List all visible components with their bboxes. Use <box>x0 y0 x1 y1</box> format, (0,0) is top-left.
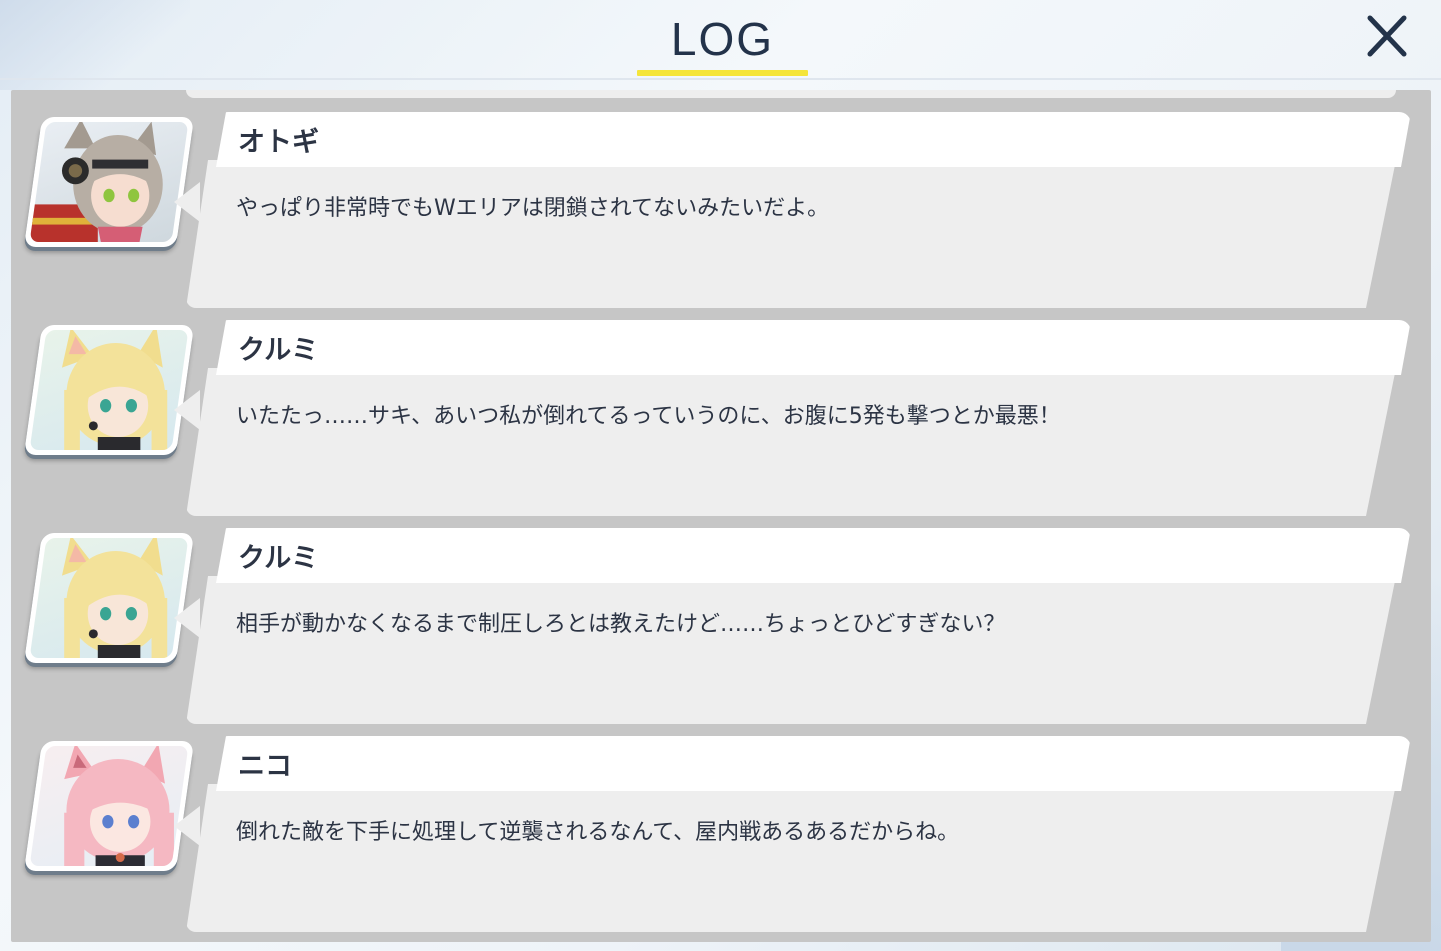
speaker-name-bar <box>216 736 1411 791</box>
log-entry: クルミ いたたっ……サキ、あいつ私が倒れてるっていうのに、お腹に5発も撃つとか最… <box>11 300 1431 516</box>
speaker-name: オトギ <box>238 127 319 158</box>
kurumi-avatar <box>23 325 195 455</box>
message-bubble: クルミ いたたっ……サキ、あいつ私が倒れてるっていうのに、お腹に5発も撃つとか最… <box>174 320 1411 516</box>
speaker-name: ニコ <box>238 751 292 782</box>
log-entry: オトギ やっぱり非常時でもWエリアは閉鎖されてないみたいだよ。 <box>11 92 1431 308</box>
speaker-name: クルミ <box>238 543 319 574</box>
otogi-avatar <box>23 117 195 247</box>
message-bubble: ニコ 倒れた敵を下手に処理して逆襲されるなんて、屋内戦あるあるだからね。 <box>174 736 1411 932</box>
log-panel[interactable]: オトギ やっぱり非常時でもWエリアは閉鎖されてないみたいだよ。 クルミ いたたっ… <box>11 90 1431 942</box>
niko-avatar <box>23 741 195 871</box>
speaker-name-bar <box>216 320 1411 375</box>
message-box <box>186 576 1396 724</box>
page-title: LOG <box>670 13 775 65</box>
title-underline <box>637 70 808 76</box>
kurumi-avatar <box>23 533 195 663</box>
log-entry: クルミ 相手が動かなくなるまで制圧しろとは教えたけど……ちょっとひどすぎない？ <box>11 508 1431 724</box>
message-box <box>186 160 1396 308</box>
log-entry: ニコ 倒れた敵を下手に処理して逆襲されるなんて、屋内戦あるあるだからね。 <box>11 716 1431 932</box>
close-button[interactable] <box>1360 10 1414 64</box>
message-bubble: クルミ 相手が動かなくなるまで制圧しろとは教えたけど……ちょっとひどすぎない？ <box>174 528 1411 724</box>
speaker-name-bar <box>216 112 1411 167</box>
speaker-name: クルミ <box>238 335 319 366</box>
message-text: 相手が動かなくなるまで制圧しろとは教えたけど……ちょっとひどすぎない？ <box>236 612 1006 637</box>
message-box <box>186 368 1396 516</box>
message-text: いたたっ……サキ、あいつ私が倒れてるっていうのに、お腹に5発も撃つとか最悪！ <box>236 404 1061 429</box>
message-bubble: オトギ やっぱり非常時でもWエリアは閉鎖されてないみたいだよ。 <box>174 112 1411 308</box>
speaker-name-bar <box>216 528 1411 583</box>
message-box <box>186 784 1396 932</box>
message-text: 倒れた敵を下手に処理して逆襲されるなんて、屋内戦あるあるだからね。 <box>236 820 960 845</box>
message-text: やっぱり非常時でもWエリアは閉鎖されてないみたいだよ。 <box>236 196 830 221</box>
log-header: LOG <box>0 0 1441 80</box>
close-icon <box>1367 15 1407 57</box>
